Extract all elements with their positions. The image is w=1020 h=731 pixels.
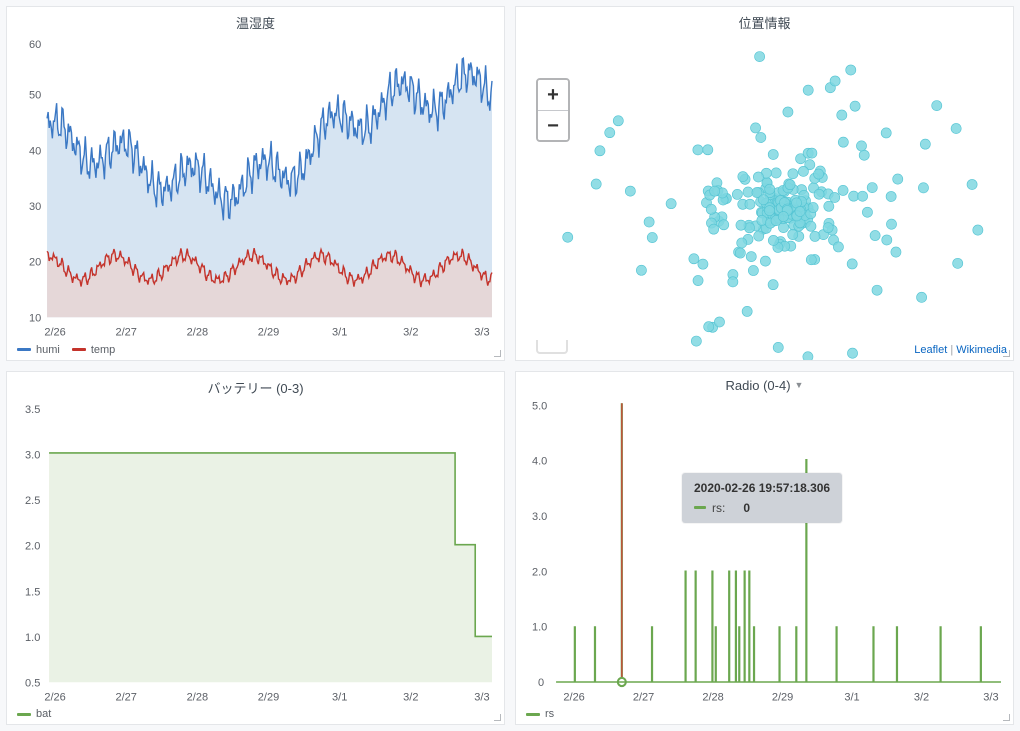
legend: rs [516,704,1013,724]
panel-title[interactable]: Radio (0-4) ▼ [516,372,1013,395]
svg-text:0.5: 0.5 [25,677,40,689]
svg-text:3/1: 3/1 [332,326,347,337]
svg-text:5.0: 5.0 [532,400,547,412]
map-canvas[interactable]: + − Leaflet | Wikimedia [516,34,1013,360]
panel-location: 位置情報 + − Leaflet | Wikimedia [515,6,1014,361]
svg-text:3/2: 3/2 [403,326,418,337]
legend-label: rs [545,708,554,720]
svg-text:2/29: 2/29 [258,691,279,702]
svg-text:20: 20 [29,257,41,269]
legend-swatch [17,713,31,716]
panel-radio: Radio (0-4) ▼ 0 1.0 2.0 3.0 4.0 5.0 2/26 2/2… [515,371,1014,726]
panel-title[interactable]: 温湿度 [7,7,504,34]
svg-text:3/2: 3/2 [914,691,929,702]
map-scale-bar [536,340,568,354]
legend: bat [7,704,504,724]
svg-text:3/3: 3/3 [983,691,998,702]
svg-text:3.5: 3.5 [25,404,40,416]
tooltip-series-name: rs: [712,501,725,515]
hover-tooltip: 2020-02-26 19:57:18.306 rs: 0 [682,473,842,523]
wikimedia-link[interactable]: Wikimedia [956,344,1007,356]
dashboard-grid: 温湿度 10 20 30 40 50 60 2/26 2/27 2/28 2/29 3/1 3/… [0,0,1020,731]
panel-title[interactable]: バッテリー (0-3) [7,372,504,399]
svg-text:30: 30 [29,201,41,213]
resize-handle[interactable] [1002,349,1012,359]
resize-handle[interactable] [493,713,503,723]
chart-radio[interactable]: 0 1.0 2.0 3.0 4.0 5.0 2/26 2/27 2/28 2/29 3/1 3/… [524,395,1005,703]
svg-text:3.0: 3.0 [25,449,40,461]
resize-handle[interactable] [1002,713,1012,723]
chart-battery[interactable]: 0.5 1.0 1.5 2.0 2.5 3.0 3.5 2/26 2/27 2/28 2/2… [15,399,496,703]
zoom-control: + − [536,78,570,142]
panel-battery: バッテリー (0-3) 0.5 1.0 1.5 2.0 2.5 3.0 3.5 2/2… [6,371,505,726]
resize-handle[interactable] [493,349,503,359]
svg-text:3.0: 3.0 [532,510,547,522]
svg-text:2.5: 2.5 [25,495,40,507]
legend-swatch [526,713,540,716]
panel-title[interactable]: 位置情報 [516,7,1013,34]
legend-swatch [72,348,86,351]
svg-text:2/27: 2/27 [116,691,137,702]
leaflet-link[interactable]: Leaflet [914,344,947,356]
svg-text:2/28: 2/28 [187,326,208,337]
svg-text:10: 10 [29,312,41,324]
panel-temp-humi: 温湿度 10 20 30 40 50 60 2/26 2/27 2/28 2/29 3/1 3/… [6,6,505,361]
tooltip-time: 2020-02-26 19:57:18.306 [694,481,830,495]
svg-text:2.0: 2.0 [532,566,547,578]
svg-text:2.0: 2.0 [25,540,40,552]
legend-label: bat [36,708,51,720]
legend-item-bat[interactable]: bat [17,708,51,720]
svg-text:1.0: 1.0 [532,621,547,633]
svg-text:1.0: 1.0 [25,631,40,643]
svg-text:3/2: 3/2 [403,691,418,702]
svg-text:50: 50 [29,90,41,102]
svg-text:2/26: 2/26 [44,326,65,337]
tooltip-series-swatch [694,506,706,509]
svg-text:3/1: 3/1 [844,691,859,702]
svg-text:60: 60 [29,39,41,51]
svg-text:2/29: 2/29 [772,691,793,702]
panel-title-text: Radio (0-4) [726,378,791,393]
legend-label: temp [91,344,115,356]
chevron-down-icon: ▼ [795,380,804,390]
legend-label: humi [36,344,60,356]
svg-text:2/27: 2/27 [116,326,137,337]
zoom-out-button[interactable]: − [538,110,568,140]
svg-text:2/28: 2/28 [702,691,723,702]
legend-item-humi[interactable]: humi [17,344,60,356]
svg-text:40: 40 [29,145,41,157]
legend-swatch [17,348,31,351]
svg-text:0: 0 [538,676,544,688]
legend-item-rs[interactable]: rs [526,708,554,720]
svg-text:2/29: 2/29 [258,326,279,337]
legend-item-temp[interactable]: temp [72,344,115,356]
svg-text:2/28: 2/28 [187,691,208,702]
svg-text:4.0: 4.0 [532,455,547,467]
svg-text:2/26: 2/26 [563,691,584,702]
svg-text:2/26: 2/26 [44,691,65,702]
svg-text:1.5: 1.5 [25,586,40,598]
svg-text:3/1: 3/1 [332,691,347,702]
chart-temp-humi[interactable]: 10 20 30 40 50 60 2/26 2/27 2/28 2/29 3/1 3/2 3/3 [15,34,496,338]
svg-text:2/27: 2/27 [633,691,654,702]
svg-text:3/3: 3/3 [474,691,489,702]
tooltip-value: 0 [743,501,750,515]
map-attribution: Leaflet | Wikimedia [914,344,1007,356]
svg-text:3/3: 3/3 [474,326,489,337]
zoom-in-button[interactable]: + [538,80,568,110]
legend: humi temp [7,340,504,360]
